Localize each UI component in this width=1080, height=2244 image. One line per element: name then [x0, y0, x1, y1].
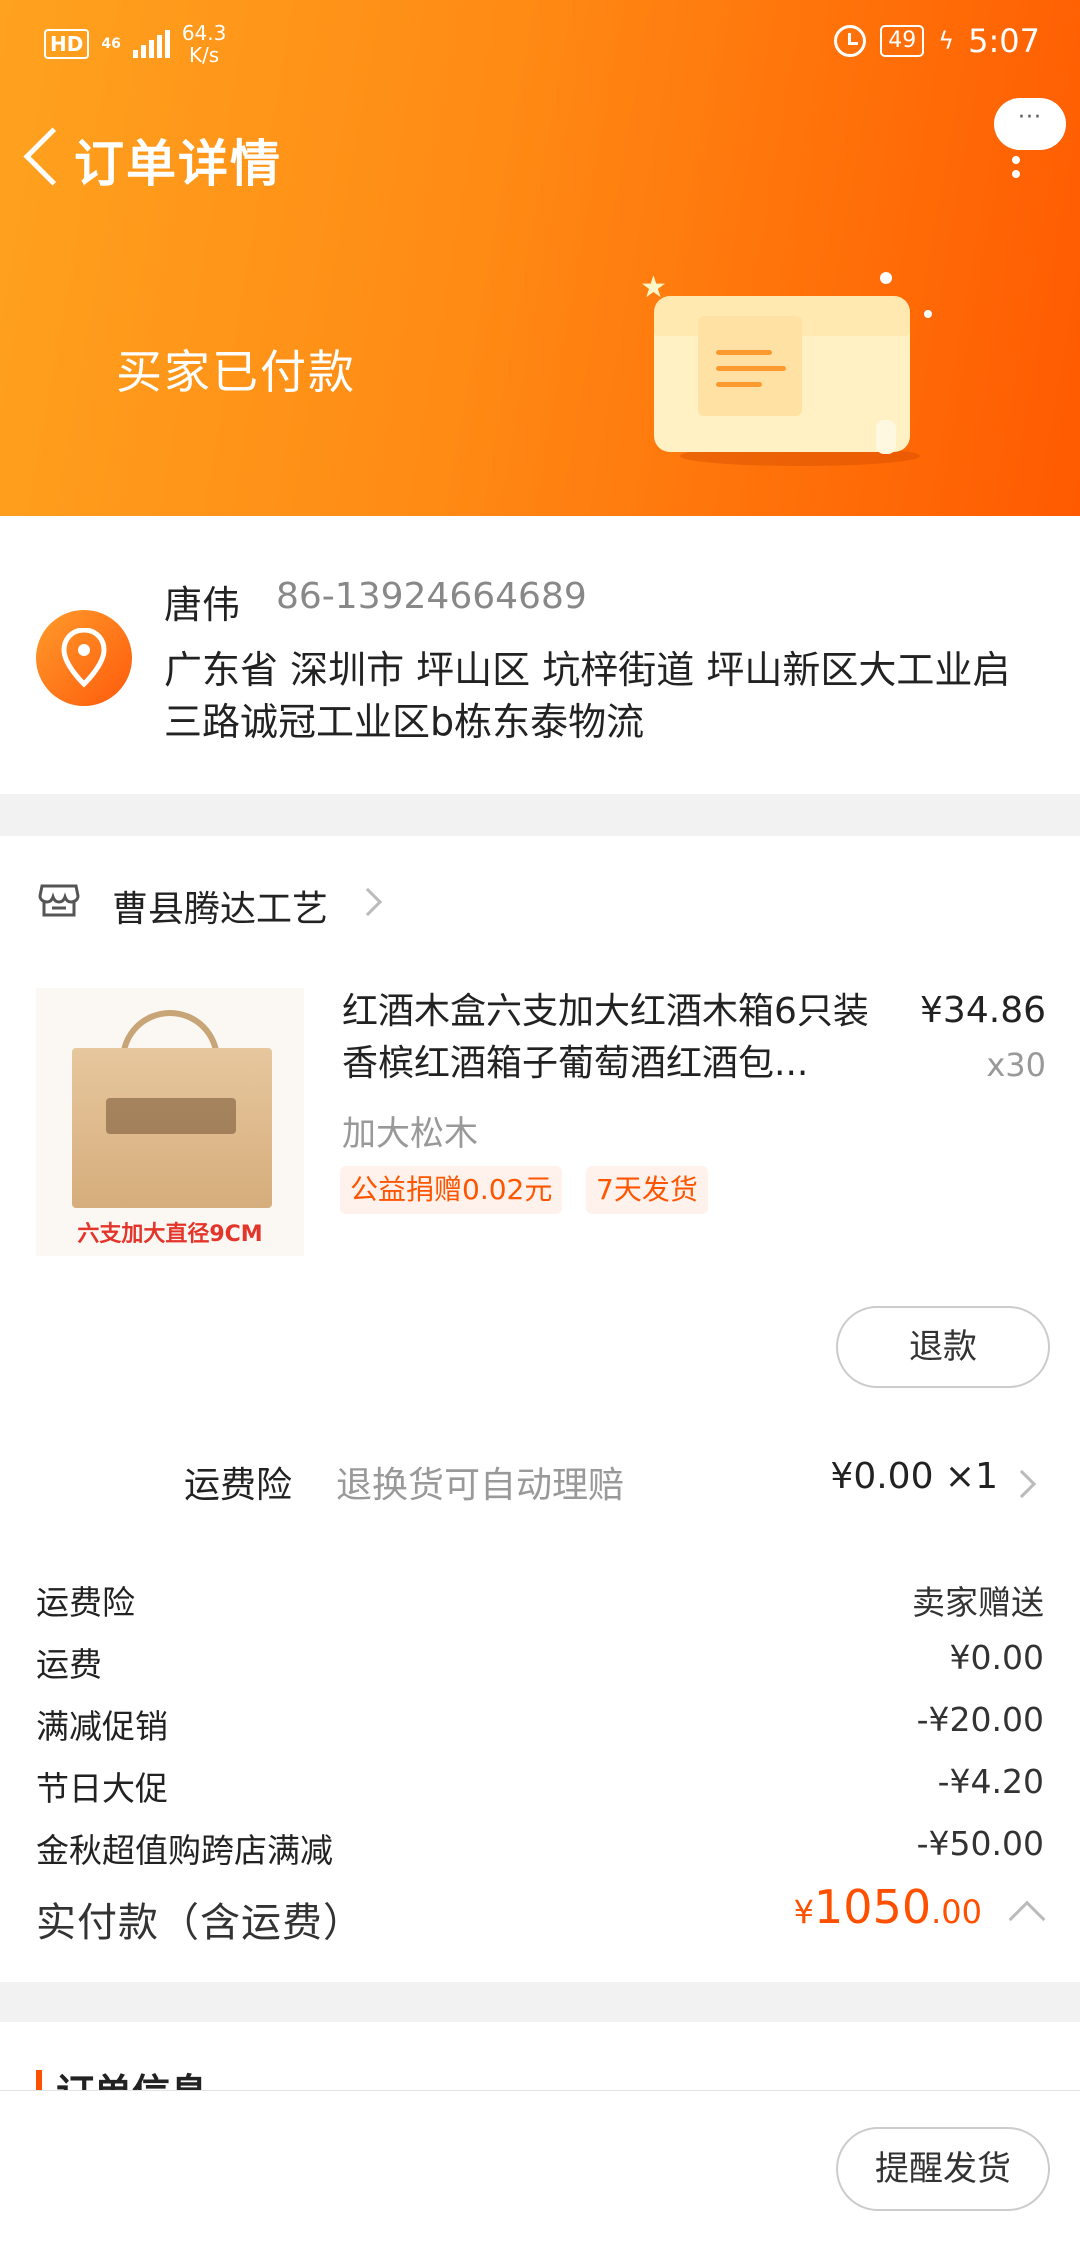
recipient-name: 唐伟 [164, 583, 241, 627]
status-bar: HD 46 64.3 K/s 49 ϟ 5:07 [0, 0, 1080, 90]
fee-label: 金秋超值购跨店满减 [36, 1831, 333, 1870]
fee-label: 节日大促 [36, 1769, 168, 1808]
network-speed: 64.3 K/s [182, 22, 227, 66]
nav-bar: 订单详情 ··· [0, 98, 1080, 210]
hd-indicator: HD [44, 29, 90, 59]
fee-value: -¥50.00 [916, 1824, 1044, 1863]
fee-row: 节日大促 -¥4.20 [0, 1762, 1080, 1818]
speed-unit: K/s [188, 43, 220, 67]
total-amount: ¥1050.00 [794, 1880, 982, 1934]
chevron-right-icon[interactable] [1007, 1469, 1037, 1499]
fee-row: 满减促销 -¥20.00 [0, 1700, 1080, 1756]
package-illustration-icon: ★ [640, 270, 940, 480]
more-dots-icon[interactable] [1012, 156, 1020, 190]
charging-icon: ϟ [938, 27, 955, 55]
shipping-address-card[interactable]: 唐伟 86-13924664689 广东省 深圳市 坪山区 坑梓街道 坪山新区大… [0, 516, 1080, 794]
fee-label: 运费 [36, 1645, 102, 1684]
total-label: 实付款（含运费） [36, 1900, 364, 1946]
recipient-phone: 86-13924664689 [276, 576, 587, 617]
back-arrow-icon[interactable] [18, 122, 68, 192]
page-title: 订单详情 [74, 135, 282, 193]
status-left: HD 46 64.3 K/s [44, 22, 226, 66]
fee-row: 运费 ¥0.00 [0, 1638, 1080, 1694]
bottom-action-bar: 提醒发货 [0, 2090, 1080, 2244]
product-quantity: x30 [986, 1046, 1046, 1084]
fee-row: 金秋超值购跨店满减 -¥50.00 [0, 1824, 1080, 1880]
delivery-tag: 7天发货 [586, 1166, 708, 1214]
store-icon [38, 882, 80, 918]
thumbnail-caption: 六支加大直径9CM [77, 1222, 263, 1247]
product-price: ¥34.86 [920, 990, 1046, 1031]
remind-shipment-button[interactable]: 提醒发货 [836, 2127, 1050, 2211]
fee-value: 卖家赠送 [912, 1583, 1044, 1622]
product-title[interactable]: 红酒木盒六支加大红酒木箱6只装香槟红酒箱子葡萄酒红酒包... [342, 986, 882, 1090]
clock: 5:07 [968, 22, 1040, 60]
order-item-card: 曹县腾达工艺 六支加大直径9CM 红酒木盒六支加大红酒木箱6只装香槟红酒箱子葡萄… [0, 836, 1080, 1982]
fee-value: -¥4.20 [937, 1762, 1044, 1801]
shop-name[interactable]: 曹县腾达工艺 [112, 880, 328, 932]
charity-tag: 公益捐赠0.02元 [340, 1166, 563, 1214]
signal-icon [132, 30, 170, 58]
shipping-insurance-row[interactable]: 运费险 退换货可自动理赔 ¥0.00 ×1 [0, 1448, 1080, 1518]
chevron-up-icon[interactable] [1008, 1900, 1046, 1938]
alarm-icon [834, 25, 867, 57]
product-thumbnail[interactable]: 六支加大直径9CM [36, 988, 304, 1256]
fee-row: 运费险 卖家赠送 [0, 1576, 1080, 1632]
order-status-header: HD 46 64.3 K/s 49 ϟ 5:07 订单详情 ··· 买家已付款 [0, 0, 1080, 516]
network-type: 46 [101, 36, 121, 52]
shipping-insurance-desc: 退换货可自动理赔 [336, 1465, 625, 1506]
speed-value: 64.3 [181, 21, 227, 45]
location-pin-icon [36, 610, 132, 706]
total-currency: ¥ [793, 1893, 815, 1931]
chevron-right-icon[interactable] [353, 887, 383, 917]
shipping-insurance-label: 运费险 [184, 1465, 293, 1506]
fee-label: 满减促销 [36, 1707, 168, 1746]
product-spec: 加大松木 [342, 1114, 478, 1154]
status-right: 49 ϟ 5:07 [834, 22, 1040, 60]
recipient-address: 广东省 深圳市 坪山区 坑梓街道 坪山新区大工业启三路诚冠工业区b栋东泰物流 [164, 648, 1011, 744]
more-menu-button[interactable]: ··· [994, 98, 1066, 150]
fee-value: -¥20.00 [916, 1700, 1044, 1739]
fee-label: 运费险 [36, 1583, 135, 1622]
total-integer: 1050 [814, 1880, 932, 1934]
battery-icon: 49 [880, 25, 925, 57]
shipping-insurance-value: ¥0.00 ×1 [830, 1456, 998, 1497]
order-status-text: 买家已付款 [116, 345, 356, 399]
refund-button[interactable]: 退款 [836, 1306, 1050, 1388]
fee-value: ¥0.00 [949, 1638, 1044, 1677]
total-decimal: .00 [931, 1893, 982, 1931]
